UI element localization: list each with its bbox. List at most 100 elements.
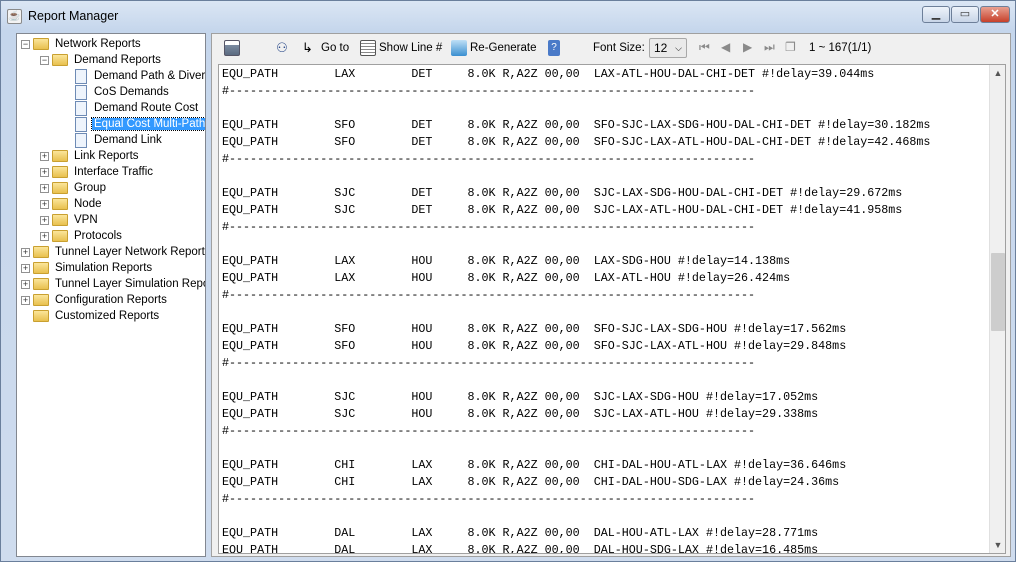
tree-item-label: Demand Path & Diversit bbox=[94, 70, 206, 82]
expand-icon[interactable]: + bbox=[40, 183, 49, 193]
close-button[interactable]: ✕ bbox=[980, 6, 1010, 23]
tree-item[interactable]: + Link Reports bbox=[40, 148, 141, 164]
folder-icon bbox=[52, 54, 68, 66]
vertical-scrollbar[interactable]: ▲ ▼ bbox=[989, 65, 1005, 553]
goto-button[interactable]: ↳ Go to bbox=[302, 40, 349, 56]
expand-icon[interactable]: + bbox=[40, 215, 49, 225]
folder-icon bbox=[52, 182, 68, 194]
tree-item-label: Equal Cost Multi-Path bbox=[90, 117, 206, 131]
tree-item[interactable]: + Group bbox=[40, 180, 108, 196]
tree-item-label: CoS Demands bbox=[94, 86, 169, 98]
tree-item-label: Protocols bbox=[74, 230, 122, 242]
tree-item-label: Demand Route Cost bbox=[94, 102, 199, 114]
first-page-button[interactable]: ⏮ bbox=[699, 40, 710, 55]
expand-icon[interactable]: + bbox=[40, 199, 49, 209]
expand-icon[interactable]: + bbox=[21, 263, 30, 273]
tree-item-label: VPN bbox=[74, 214, 98, 226]
tree-item[interactable]: + Tunnel Layer Network Reports bbox=[21, 244, 206, 260]
separator-line: #---------------------------------------… bbox=[222, 356, 756, 370]
report-text-area[interactable]: EQU_PATH LAX DET 8.0K R,A2Z 00,00 LAX-AT… bbox=[218, 64, 1006, 554]
report-tree[interactable]: − Network Reports − Demand Reports Demand Pa… bbox=[16, 33, 206, 557]
expand-icon[interactable]: + bbox=[21, 279, 30, 289]
tree-item[interactable]: + Interface Traffic bbox=[40, 164, 155, 180]
prev-page-button[interactable]: ◀ bbox=[721, 40, 730, 54]
document-icon bbox=[75, 68, 87, 84]
tree-item[interactable]: + Node bbox=[40, 196, 104, 212]
toolbar: ⚇ ↳ Go to Show Line # Re-Generate ? Font … bbox=[212, 34, 1010, 64]
report-line bbox=[222, 440, 930, 457]
window-title: Report Manager bbox=[28, 9, 119, 23]
tree-item[interactable]: Customized Reports bbox=[33, 308, 161, 324]
tree-item[interactable]: Demand Route Cost bbox=[75, 100, 200, 116]
report-line: EQU_PATH SFO DET 8.0K R,A2Z 00,00 SFO-SJ… bbox=[222, 135, 931, 149]
print-button[interactable] bbox=[224, 40, 240, 56]
tree-item-label: Tunnel Layer Simulation Reports bbox=[55, 278, 206, 290]
tree-item-label: Interface Traffic bbox=[74, 166, 154, 178]
collapse-icon[interactable]: − bbox=[21, 39, 30, 49]
report-line bbox=[222, 508, 930, 525]
folder-icon bbox=[33, 262, 49, 274]
separator-line: #---------------------------------------… bbox=[222, 492, 756, 506]
tree-item-label: Tunnel Layer Network Reports bbox=[55, 246, 206, 258]
show-line-button[interactable]: Show Line # bbox=[360, 40, 442, 56]
folder-icon bbox=[33, 294, 49, 306]
page-info: 1 ~ 167(1/1) bbox=[809, 42, 872, 54]
expand-icon[interactable]: + bbox=[40, 231, 49, 241]
goto-label: Go to bbox=[321, 42, 350, 54]
separator-line: #---------------------------------------… bbox=[222, 84, 756, 98]
separator-line: #---------------------------------------… bbox=[222, 424, 756, 438]
minimize-button[interactable]: ▁ bbox=[922, 6, 950, 23]
report-line: EQU_PATH CHI LAX 8.0K R,A2Z 00,00 CHI-DA… bbox=[222, 475, 840, 489]
tree-item[interactable]: Equal Cost Multi-Path bbox=[75, 116, 206, 132]
last-page-button[interactable]: ⏭ bbox=[764, 40, 775, 55]
report-line bbox=[222, 372, 930, 389]
document-icon bbox=[75, 84, 87, 100]
tree-item[interactable]: + Simulation Reports bbox=[21, 260, 154, 276]
show-line-label: Show Line # bbox=[379, 42, 443, 54]
report-line: EQU_PATH DAL LAX 8.0K R,A2Z 00,00 DAL-HO… bbox=[222, 543, 819, 554]
java-app-icon: ☕ bbox=[7, 8, 22, 24]
expand-icon[interactable]: + bbox=[40, 151, 49, 161]
collapse-icon[interactable]: − bbox=[40, 55, 49, 65]
folder-icon bbox=[52, 214, 68, 226]
tree-item[interactable]: − Demand Reports bbox=[40, 52, 163, 68]
tree-item-label: Node bbox=[74, 198, 102, 210]
tree-item[interactable]: Demand Path & Diversit bbox=[75, 68, 206, 84]
tree-item[interactable]: Demand Link bbox=[75, 132, 164, 148]
tree-item[interactable]: + Configuration Reports bbox=[21, 292, 169, 308]
expand-icon[interactable]: + bbox=[40, 167, 49, 177]
chevron-down-icon: ⌵ bbox=[675, 42, 682, 53]
tree-item[interactable]: − Network Reports bbox=[21, 36, 143, 52]
tree-item[interactable]: + Tunnel Layer Simulation Reports bbox=[21, 276, 206, 292]
regenerate-label: Re-Generate bbox=[470, 42, 537, 54]
folder-icon bbox=[52, 150, 68, 162]
tree-item[interactable]: + VPN bbox=[40, 212, 100, 228]
report-line: EQU_PATH CHI LAX 8.0K R,A2Z 00,00 CHI-DA… bbox=[222, 458, 847, 472]
expand-icon[interactable]: + bbox=[21, 247, 30, 257]
scrollbar-thumb[interactable] bbox=[991, 253, 1005, 331]
scroll-down-icon[interactable]: ▼ bbox=[990, 537, 1005, 553]
tree-item[interactable]: + Protocols bbox=[40, 228, 124, 244]
maximize-button[interactable]: ▭ bbox=[951, 6, 979, 23]
folder-icon bbox=[33, 310, 49, 322]
font-size-select[interactable]: 12 ⌵ bbox=[649, 38, 687, 58]
document-icon bbox=[75, 116, 87, 132]
regenerate-button[interactable]: Re-Generate bbox=[451, 40, 536, 56]
document-icon bbox=[75, 132, 87, 148]
tree-item-label: Demand Reports bbox=[74, 54, 161, 66]
pages-icon[interactable]: ❐ bbox=[785, 40, 796, 54]
expand-icon[interactable]: + bbox=[21, 295, 30, 305]
tree-item[interactable]: CoS Demands bbox=[75, 84, 171, 100]
report-viewer: ⚇ ↳ Go to Show Line # Re-Generate ? Font … bbox=[211, 33, 1011, 557]
folder-icon bbox=[33, 278, 49, 290]
next-page-button[interactable]: ▶ bbox=[743, 40, 752, 54]
title-bar: ☕ Report Manager bbox=[7, 6, 118, 26]
scroll-up-icon[interactable]: ▲ bbox=[990, 65, 1005, 81]
help-button[interactable]: ? bbox=[548, 40, 560, 56]
report-line: EQU_PATH SJC HOU 8.0K R,A2Z 00,00 SJC-LA… bbox=[222, 390, 819, 404]
find-button[interactable]: ⚇ bbox=[274, 40, 290, 56]
tree-item-label: Network Reports bbox=[55, 38, 141, 50]
report-content: EQU_PATH LAX DET 8.0K R,A2Z 00,00 LAX-AT… bbox=[222, 66, 931, 554]
report-line: EQU_PATH SJC DET 8.0K R,A2Z 00,00 SJC-LA… bbox=[222, 186, 903, 200]
report-manager-window: ☕ Report Manager ▁ ▭ ✕ − Network Reports −… bbox=[0, 0, 1016, 562]
